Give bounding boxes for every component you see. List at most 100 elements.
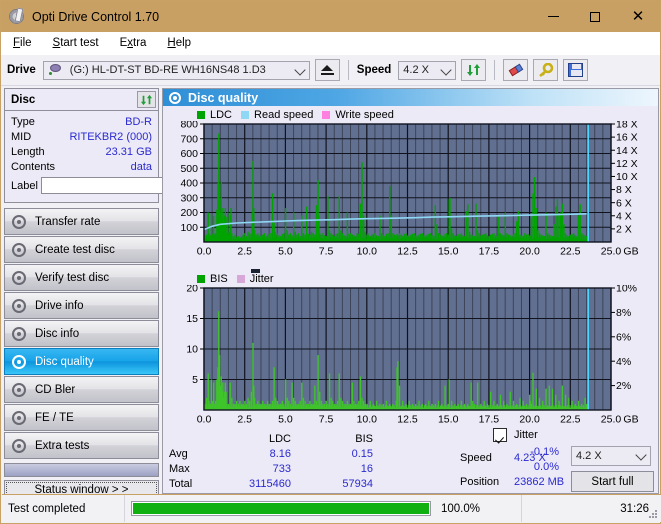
disc-row-type-key: Type (11, 115, 35, 128)
bis-chart-svg: 5 10 15 20 2% 4% 6% 8% 10% 0.0 2.5 5.0 7.5 10.0 12.5 15… (186, 283, 638, 426)
disc-row-contents: Contents data (11, 159, 152, 174)
sidebar-nav: Transfer rate Create test disc Verify te… (4, 208, 159, 459)
maximize-button[interactable] (574, 1, 616, 32)
save-button[interactable] (563, 59, 589, 81)
title-bar: Opti Drive Control 1.70 ✕ (1, 1, 660, 32)
sidebar-status-band (4, 463, 159, 477)
start-full-button[interactable]: Start full (571, 471, 654, 492)
svg-text:7.5: 7.5 (319, 414, 334, 426)
bis-chart: 5 10 15 20 2% 4% 6% 8% 10% 0.0 2.5 5.0 7.5 10.0 12.5 15… (163, 283, 658, 437)
sidebar-item-fe-te[interactable]: FE / TE (4, 404, 159, 431)
svg-text:100: 100 (180, 222, 198, 234)
svg-text:22.5: 22.5 (560, 246, 581, 258)
progress-bar-fill (133, 503, 429, 514)
stats-header-row: LDC BIS (169, 431, 385, 446)
toolbar-divider (347, 60, 349, 80)
svg-text:22.5: 22.5 (560, 414, 581, 426)
jitter-checkbox[interactable] (493, 428, 507, 442)
svg-text:7.5: 7.5 (319, 246, 334, 258)
svg-text:5.0: 5.0 (278, 414, 293, 426)
svg-text:800: 800 (180, 121, 198, 131)
speed-select-value: 4.2 X (403, 64, 429, 76)
sidebar-item-disc-info[interactable]: Disc info (4, 320, 159, 347)
sidebar-item-label: Create test disc (35, 243, 115, 256)
menu-item-extra[interactable]: Extra (116, 35, 158, 51)
sidebar-item-cd-bler[interactable]: CD Bler (4, 376, 159, 403)
chart-legend-top: LDC Read speed Write speed (163, 108, 658, 121)
disc-quality-panel: Disc quality LDC Read speed Write speed … (162, 88, 659, 517)
svg-text:10%: 10% (616, 285, 637, 295)
legend-label-bis: BIS (210, 272, 228, 285)
eject-button[interactable] (314, 59, 340, 81)
page-title: Disc quality (188, 90, 259, 105)
key-button[interactable] (533, 59, 559, 81)
close-button[interactable]: ✕ (616, 1, 660, 32)
svg-text:15.0: 15.0 (438, 246, 459, 258)
sidebar-item-drive-info[interactable]: Drive info (4, 292, 159, 319)
legend-swatch-write-speed (322, 110, 331, 119)
disc-row-type-value: BD-R (125, 115, 152, 128)
position-value: 23862 MB (514, 476, 565, 488)
speed-select[interactable]: 4.2 X (398, 60, 457, 80)
test-speed-select[interactable]: 4.2 X (571, 446, 651, 466)
refresh-icon (140, 94, 153, 105)
svg-text:10.0: 10.0 (357, 246, 378, 258)
svg-text:500: 500 (180, 163, 198, 175)
app-window: Opti Drive Control 1.70 ✕ File Start tes… (0, 0, 661, 524)
svg-text:12.5: 12.5 (397, 414, 418, 426)
refresh-button[interactable] (461, 59, 487, 81)
stats-row-avg-ldc: 8.16 (269, 447, 291, 460)
svg-text:12 X: 12 X (616, 158, 638, 170)
menu-item-start-test[interactable]: Start test (49, 35, 110, 51)
sidebar-item-transfer-rate[interactable]: Transfer rate (4, 208, 159, 235)
legend-label-read-speed: Read speed (254, 108, 314, 121)
window-controls: ✕ (532, 1, 660, 32)
menu-item-help[interactable]: Help (163, 35, 202, 51)
sidebar-item-create-test-disc[interactable]: Create test disc (4, 236, 159, 263)
sidebar-item-disc-quality[interactable]: Disc quality (4, 348, 159, 375)
sidebar-item-label: Drive info (35, 299, 84, 312)
stats-row-max-bis: 16 (360, 462, 373, 475)
sidebar-item-extra-tests[interactable]: Extra tests (4, 432, 159, 459)
svg-text:4%: 4% (616, 356, 631, 368)
menu-item-file[interactable]: File (9, 35, 43, 51)
toolbar-divider (494, 60, 496, 80)
minimize-button[interactable] (532, 1, 574, 32)
speed-label: Speed (356, 64, 392, 76)
svg-text:600: 600 (180, 148, 198, 160)
speed-value: 4.23 X (514, 452, 546, 464)
chevron-down-icon (440, 63, 452, 76)
disc-refresh-button[interactable] (137, 91, 156, 108)
jitter-toggle[interactable]: Jitter (493, 428, 538, 442)
disc-verify-icon (12, 270, 26, 285)
disc-row-length: Length 23.31 GB (11, 144, 152, 159)
svg-text:17.5: 17.5 (479, 414, 500, 426)
svg-text:15: 15 (186, 313, 198, 325)
disc-panel-header: Disc (5, 89, 158, 111)
maximize-icon (590, 11, 600, 22)
erase-button[interactable] (503, 59, 529, 81)
svg-text:4 X: 4 X (616, 210, 632, 222)
disc-test-icon (12, 214, 26, 229)
resize-grip-icon[interactable] (648, 509, 658, 519)
sidebar-item-label: Extra tests (35, 439, 90, 452)
elapsed-time: 31:26 (620, 502, 649, 515)
sidebar-item-verify-test-disc[interactable]: Verify test disc (4, 264, 159, 291)
disc-info-rows: Type BD-R MID RITEKBR2 (000) Length 23.3… (5, 111, 243, 196)
ldc-chart: 100 200 300 400 500 600 700 800 2 X4 X6 X8 X 10 X… (163, 119, 658, 269)
sidebar-item-label: Disc quality (35, 355, 94, 368)
disc-row-mid-value: RITEKBR2 (000) (69, 130, 152, 143)
sidebar: Disc Type BD-R MID RITEKBR2 (000) Length… (4, 88, 243, 499)
menu-label-file: ile (20, 37, 32, 49)
key-icon (538, 63, 554, 77)
chevron-down-icon (294, 63, 306, 76)
save-icon (568, 63, 584, 77)
svg-text:18 X: 18 X (616, 121, 638, 131)
stats-row-total-bis: 57934 (342, 477, 373, 490)
drive-select[interactable]: (G:) HL-DT-ST BD-RE WH16NS48 1.D3 (42, 60, 310, 156)
disc-info-icon (12, 326, 26, 341)
position-key: Position (460, 476, 500, 488)
extra-tests-icon (12, 438, 26, 453)
stats-table: LDC BIS Avg 8.16 0.15 Max 733 16 Total 3… (169, 431, 469, 491)
minimize-icon (547, 16, 559, 17)
